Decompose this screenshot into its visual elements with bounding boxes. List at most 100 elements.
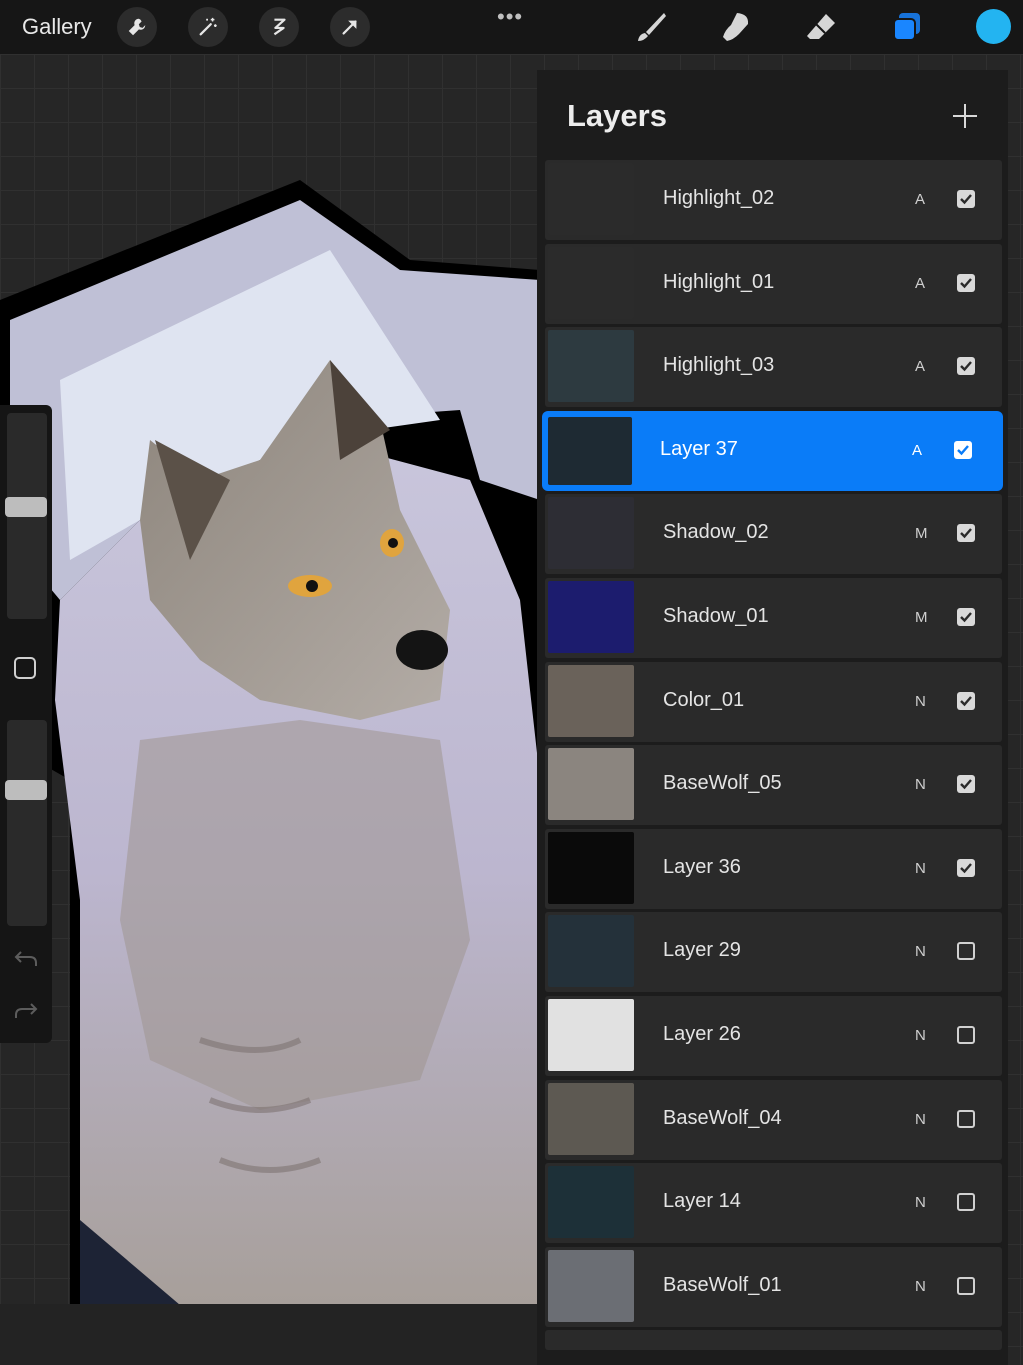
add-layer-plus-icon[interactable] [948,99,982,133]
layer-name: Layer 14 [663,1190,741,1213]
layer-blend-mode[interactable]: N [915,1111,926,1128]
transform-button[interactable] [330,7,370,47]
checkmark-icon [960,528,972,539]
layer-blend-mode[interactable]: M [915,525,928,542]
layer-row[interactable]: Color_01 N [545,661,1002,742]
layer-name: Layer 26 [663,1023,741,1045]
magic-wand-icon [199,17,217,36]
layers-panel: Layers + Highlight_02AHighlight_01AHighl… [537,70,1008,1365]
layer-visibility-checkbox[interactable] [957,1193,975,1212]
layer-blend-mode[interactable]: A [915,358,925,375]
redo-icon[interactable] [13,1000,39,1022]
layer-blend-mode[interactable]: N [915,1027,926,1044]
layer-name: Color_01 [663,688,745,711]
left-sidebar [0,405,52,1043]
more-options-button[interactable]: ••• [497,4,523,30]
layer-row[interactable]: Layer 14 N [545,1163,1002,1244]
layer-row[interactable]: Shadow_02 M [545,494,1002,575]
layer-thumbnail [548,748,634,821]
layer-row[interactable]: Shadow_01 M [545,578,1002,658]
checkmark-icon [960,612,972,623]
layer-name: Layer 37 [660,437,738,460]
adjustments-button[interactable] [188,7,228,47]
layer-name: Shadow_02 [663,521,769,544]
color-picker-button[interactable] [976,9,1011,44]
layer-blend-mode[interactable]: A [915,275,925,292]
layer-visibility-checkbox[interactable] [957,942,975,961]
eraser-icon [807,14,835,39]
layer-visibility-checkbox[interactable] [957,273,975,292]
layer-blend-mode[interactable]: N [915,860,926,877]
eraser-tool-button[interactable] [802,8,840,46]
layer-visibility-checkbox[interactable] [954,440,972,459]
layer-row[interactable]: BaseWolf_04 N [545,1079,1002,1160]
checkmark-icon [960,695,972,706]
layer-visibility-checkbox[interactable] [957,608,975,626]
brush-size-slider-handle[interactable] [5,496,47,517]
artwork-canvas[interactable] [0,180,540,1305]
layer-blend-mode[interactable]: N [915,943,926,960]
layer-row[interactable]: BaseWolf_05 N [545,745,1002,826]
checkmark-icon [960,863,972,874]
layer-visibility-checkbox[interactable] [957,1276,975,1295]
layers-panel-title: Layers [567,98,667,133]
layer-thumbnail [548,330,634,403]
layer-thumbnail [548,416,632,485]
checkmark-icon [957,445,969,456]
layer-blend-mode[interactable]: M [915,609,928,626]
wrench-icon [128,18,146,36]
layer-blend-mode[interactable]: N [915,776,926,793]
layer-thumbnail [548,999,634,1071]
layer-visibility-checkbox[interactable] [957,190,975,208]
layer-visibility-checkbox[interactable] [957,524,975,543]
layer-name: BaseWolf_04 [663,1106,782,1129]
selection-button[interactable] [259,7,299,47]
smudge-finger-icon [723,13,749,41]
layer-blend-mode[interactable]: N [915,1194,926,1211]
opacity-slider-handle[interactable] [5,779,47,800]
layer-thumbnail [548,497,634,570]
layer-thumbnail [548,915,634,988]
layers-button[interactable] [888,8,926,46]
layer-row[interactable]: Layer 29 N [545,912,1002,993]
layer-row[interactable]: Layer 36 N [545,828,1002,909]
layer-row[interactable]: Highlight_02 A [545,160,1002,240]
layer-name: Layer 29 [663,939,741,962]
layer-blend-mode[interactable]: N [915,693,926,710]
layer-name: Highlight_01 [663,270,775,293]
gallery-button[interactable]: Gallery [22,14,92,40]
brush-tool-button[interactable] [632,8,670,46]
layer-thumbnail [548,1249,634,1322]
layer-row[interactable]: Highlight_01 A [545,243,1002,324]
layer-visibility-checkbox[interactable] [957,1026,975,1044]
layer-name: Layer 36 [663,855,741,878]
brush-icon [638,13,666,41]
layer-name: Highlight_02 [663,187,775,209]
layer-name: Highlight_03 [663,354,775,377]
layer-visibility-checkbox[interactable] [957,691,975,710]
layer-blend-mode[interactable]: A [912,442,922,459]
modify-button[interactable] [14,657,36,679]
layer-thumbnail [548,664,634,737]
canvas-bottom-strip [0,1304,540,1365]
selection-s-icon [273,18,286,36]
layer-row-partial[interactable] [545,1330,1002,1351]
opacity-slider[interactable] [7,720,47,926]
undo-icon[interactable] [13,948,39,970]
layer-blend-mode[interactable]: N [915,1278,926,1295]
layer-row[interactable]: Highlight_03 A [545,327,1002,408]
layer-visibility-checkbox[interactable] [957,858,975,877]
layer-thumbnail [548,1082,634,1155]
layer-visibility-checkbox[interactable] [957,357,975,376]
layer-visibility-checkbox[interactable] [957,775,975,794]
layer-row[interactable]: Layer 26 N [545,996,1002,1076]
layer-visibility-checkbox[interactable] [957,1109,975,1128]
layer-row[interactable]: BaseWolf_01 N [545,1246,1002,1327]
checkmark-icon [960,194,972,205]
layer-blend-mode[interactable]: A [915,191,925,208]
actions-wrench-button[interactable] [117,7,157,47]
checkmark-icon [960,277,972,288]
layer-row[interactable]: Layer 37 A [542,410,1003,491]
layer-thumbnail [548,1166,634,1239]
smudge-tool-button[interactable] [717,8,755,46]
